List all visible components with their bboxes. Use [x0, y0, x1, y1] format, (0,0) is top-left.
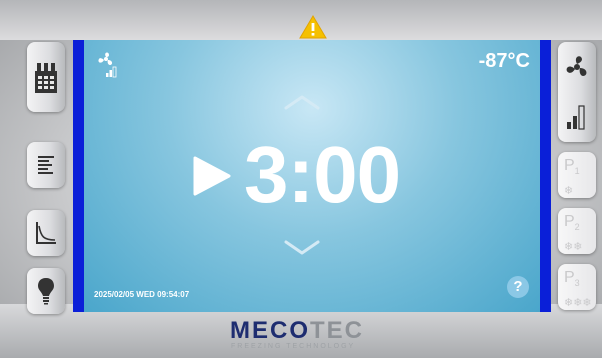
- calendar-icon: [35, 63, 57, 93]
- brand-logo: MECOTEC: [230, 317, 364, 344]
- temperature-readout: -87°C: [478, 50, 530, 72]
- chevron-up-icon[interactable]: [284, 94, 320, 110]
- status-bar-right: [540, 40, 551, 312]
- snowflake-icon: ❄❄❄: [564, 297, 592, 310]
- light-button[interactable]: [27, 268, 65, 314]
- datetime-readout: 2025/02/05 WED 09:54:07: [94, 290, 190, 299]
- preset-p3-button[interactable]: P3 ❄❄❄: [558, 264, 596, 310]
- snowflake-icon: ❄❄: [564, 241, 583, 254]
- calendar-button[interactable]: [27, 42, 65, 112]
- status-bar-left: [73, 40, 84, 312]
- main-display: -87°C 3:00 2025/02/05 WED 09:54:07 ?: [84, 40, 540, 312]
- list-icon: [38, 156, 54, 174]
- fan-status-icon: [98, 52, 117, 78]
- fan-control-button[interactable]: [558, 42, 596, 142]
- snowflake-icon: ❄: [564, 185, 574, 198]
- preset-label: P1: [564, 157, 580, 177]
- graph-icon: [36, 222, 56, 244]
- chevron-down-icon[interactable]: [284, 240, 320, 256]
- timer-display[interactable]: 3:00: [244, 132, 401, 218]
- log-list-button[interactable]: [27, 142, 65, 188]
- preset-label: P3: [564, 269, 580, 289]
- play-icon[interactable]: [191, 156, 231, 196]
- preset-p1-button[interactable]: P1 ❄: [558, 152, 596, 198]
- help-icon[interactable]: ?: [507, 276, 529, 298]
- graph-button[interactable]: [27, 210, 65, 256]
- signal-level-icon: [567, 104, 585, 130]
- bulb-icon: [38, 278, 54, 305]
- preset-label: P2: [564, 213, 580, 233]
- brand-tagline: FREEZING TECHNOLOGY: [231, 343, 356, 350]
- warning-icon[interactable]: [299, 15, 327, 39]
- fan-icon: [566, 55, 587, 76]
- preset-p2-button[interactable]: P2 ❄❄: [558, 208, 596, 254]
